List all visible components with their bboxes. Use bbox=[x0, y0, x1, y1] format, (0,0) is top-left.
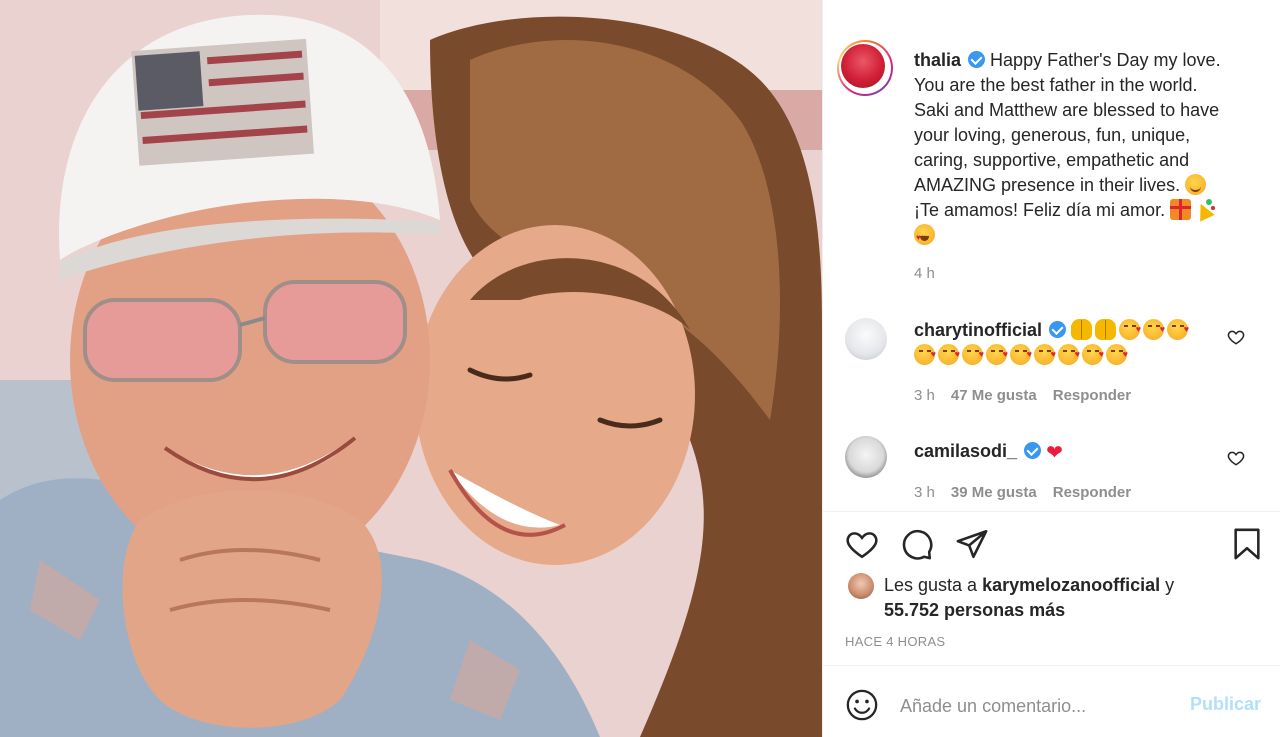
caption-line-1: Happy Father's Day my love. bbox=[990, 50, 1221, 70]
kiss-emoji-icon bbox=[1167, 317, 1189, 342]
kiss-emoji-icon bbox=[1143, 317, 1165, 342]
comment-likes[interactable]: 47 Me gusta bbox=[951, 387, 1037, 404]
comment-input[interactable] bbox=[900, 694, 1170, 718]
caption-line-3: Saki and Matthew are blessed to have bbox=[914, 100, 1220, 120]
kiss-emoji-icon bbox=[1010, 342, 1032, 367]
liker-username[interactable]: karymelozanoofficial bbox=[982, 575, 1160, 595]
folded-hands-emoji-icon bbox=[1071, 319, 1093, 340]
caption-line-7: ¡Te amamos! Feliz día mi amor. bbox=[914, 200, 1166, 220]
kiss-emoji-icon bbox=[1082, 342, 1104, 367]
verified-icon bbox=[1024, 442, 1042, 459]
caption-time[interactable]: 4 h bbox=[914, 265, 935, 282]
kiss-emoji-icon bbox=[1106, 342, 1128, 367]
heart-eyes-emoji-icon bbox=[914, 224, 935, 250]
comment-time[interactable]: 3 h bbox=[914, 484, 935, 501]
comment-charytinofficial: charytinofficial bbox=[914, 317, 1224, 368]
divider bbox=[823, 665, 1280, 666]
comment-meta-1: 3 h 47 Me gusta Responder bbox=[914, 387, 1131, 404]
comment-username[interactable]: charytinofficial bbox=[914, 320, 1042, 340]
instagram-post: thalia Happy Father's Day my love. You a… bbox=[0, 0, 1280, 737]
smiling-hearts-emoji-icon bbox=[1185, 174, 1207, 195]
smiley-icon[interactable] bbox=[845, 688, 879, 722]
share-icon[interactable] bbox=[955, 527, 989, 561]
gift-emoji-icon bbox=[1170, 199, 1192, 220]
publish-button[interactable]: Publicar bbox=[1190, 694, 1261, 715]
author-avatar[interactable] bbox=[837, 40, 893, 96]
verified-icon bbox=[1049, 321, 1067, 338]
likes-others[interactable]: 55.752 personas más bbox=[884, 600, 1065, 620]
kiss-emoji-icon bbox=[938, 342, 960, 367]
caption-line-6: AMAZING presence in their lives. bbox=[914, 175, 1181, 195]
comment-username[interactable]: camilasodi_ bbox=[914, 441, 1017, 461]
likes-prefix: Les gusta a bbox=[884, 575, 978, 595]
reply-button[interactable]: Responder bbox=[1053, 484, 1131, 501]
verified-icon bbox=[968, 51, 986, 68]
post-photo[interactable] bbox=[0, 0, 822, 737]
kiss-emoji-icon bbox=[986, 342, 1008, 367]
post-caption: thalia Happy Father's Day my love. You a… bbox=[914, 48, 1254, 250]
reply-button[interactable]: Responder bbox=[1053, 387, 1131, 404]
likes-others-line: 55.752 personas más bbox=[884, 600, 1065, 621]
comment-like-heart-icon[interactable] bbox=[1227, 328, 1245, 346]
liker-avatar[interactable] bbox=[848, 573, 874, 599]
avatar-image bbox=[841, 44, 885, 88]
photo-illustration bbox=[0, 0, 822, 737]
post-timestamp[interactable]: HACE 4 HORAS bbox=[845, 634, 945, 649]
caption-line-4: your loving, generous, fun, unique, bbox=[914, 125, 1191, 145]
like-heart-icon[interactable] bbox=[845, 527, 879, 561]
comment-likes[interactable]: 39 Me gusta bbox=[951, 484, 1037, 501]
comment-time[interactable]: 3 h bbox=[914, 387, 935, 404]
caption-line-5: caring, supportive, empathetic and bbox=[914, 150, 1190, 170]
kiss-emoji-icon bbox=[1119, 317, 1141, 342]
folded-hands-emoji-icon bbox=[1095, 319, 1117, 340]
likes-summary: Les gusta a karymelozanoofficial y bbox=[884, 575, 1174, 596]
comment-avatar-camilasodi[interactable] bbox=[845, 436, 887, 478]
kiss-emoji-icon bbox=[1058, 342, 1080, 367]
divider bbox=[823, 511, 1280, 512]
caption-line-2: You are the best father in the world. bbox=[914, 75, 1198, 95]
kiss-emoji-icon bbox=[1034, 342, 1056, 367]
kiss-emoji-icon bbox=[914, 342, 936, 367]
comment-camilasodi: camilasodi_ ❤ bbox=[914, 439, 1224, 466]
caption-username[interactable]: thalia bbox=[914, 50, 961, 70]
comment-like-heart-icon[interactable] bbox=[1227, 449, 1245, 467]
kiss-emoji-icon bbox=[962, 342, 984, 367]
comment-meta-2: 3 h 39 Me gusta Responder bbox=[914, 484, 1131, 501]
likes-conjunction: y bbox=[1165, 575, 1175, 595]
comment-avatar-charytinofficial[interactable] bbox=[845, 318, 887, 360]
red-heart-emoji-icon: ❤ bbox=[1046, 442, 1063, 464]
party-popper-emoji-icon bbox=[1194, 199, 1215, 220]
bookmark-icon[interactable] bbox=[1230, 526, 1264, 562]
comment-icon[interactable] bbox=[900, 527, 934, 561]
